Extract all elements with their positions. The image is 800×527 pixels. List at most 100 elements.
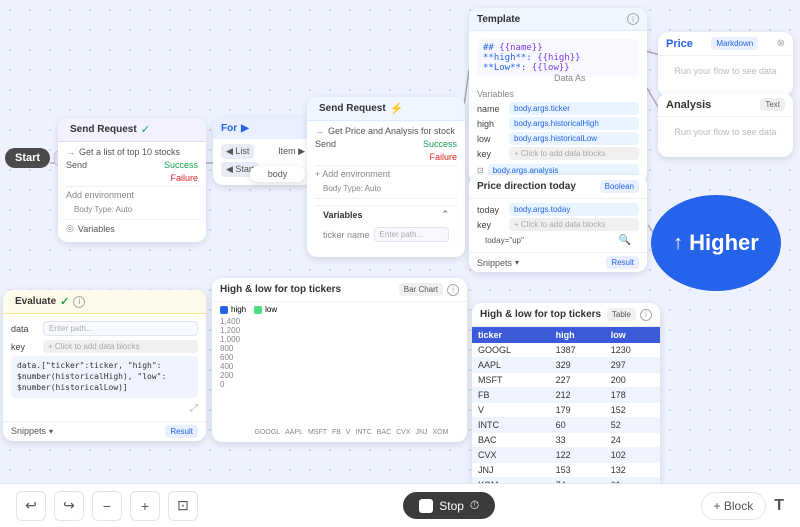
table-row: INTC6052	[472, 418, 660, 433]
send-request-1-status-icon: ✓	[141, 123, 150, 136]
today-up-value: today="up"	[485, 236, 524, 245]
zoom-in-button[interactable]: +	[130, 491, 160, 521]
vars-section-title: Variables	[477, 89, 639, 99]
today-field: today="up" 🔍	[477, 233, 639, 248]
x-label-FB: FB	[332, 429, 341, 436]
price-close-icon[interactable]: ⊗	[777, 38, 785, 49]
zoom-out-button[interactable]: −	[92, 491, 122, 521]
for-item: Item ▶	[278, 146, 305, 157]
success-1: Success	[164, 160, 198, 170]
table-cell-5-2: 52	[605, 418, 660, 433]
chart-title: High & low for top tickers	[220, 284, 341, 295]
vars-expand-2: Variables ⌃ ticker name Enter path...	[315, 202, 457, 252]
table-cell-0-1: 1387	[550, 343, 605, 358]
evaluate-header: Evaluate ✓ i	[3, 290, 206, 314]
chevron-down-icon-eval: ▾	[49, 427, 53, 436]
fit-button[interactable]: ⊡	[168, 491, 198, 521]
higher-circle: ↑ Higher	[651, 195, 781, 291]
chart-header: High & low for top tickers Bar Chart i	[212, 278, 467, 302]
x-label-CVX: CVX	[396, 429, 410, 436]
table-cell-3-0: FB	[472, 388, 550, 403]
body-connector: body	[250, 166, 305, 182]
price-direction-node: Price direction today Boolean today body…	[469, 175, 647, 272]
eval-data-label: data	[11, 324, 39, 334]
today-label: today	[477, 205, 505, 215]
today-value[interactable]: body.args.today	[509, 203, 639, 216]
toolbar-right: + Block T	[701, 492, 784, 520]
table-node: High & low for top tickers Table i ticke…	[472, 303, 660, 483]
send-request-2-subtitle: Get Price and Analysis for stock	[328, 126, 455, 136]
table-title: High & low for top tickers	[480, 309, 601, 320]
eval-info-icon[interactable]: i	[73, 296, 85, 308]
snippets-btn-pd[interactable]: Snippets ▾	[477, 258, 519, 268]
send-request-1-subtitle: Get a list of top 10 stocks	[79, 147, 180, 157]
vars-chevron-2: ⌃	[441, 209, 449, 220]
redo-button[interactable]: ↪	[54, 491, 84, 521]
data-table: tickerhighlowGOOGL13871230AAPL329297MSFT…	[472, 327, 660, 483]
send-label-2: Send	[315, 139, 336, 149]
table-row: BAC3324	[472, 433, 660, 448]
var-low-value[interactable]: body.args.historicalLow	[509, 132, 639, 145]
analysis-type: Text	[760, 98, 785, 111]
eval-title-text: Evaluate	[15, 296, 56, 307]
chart-x-labels: GOOGLAAPLMSFTFBVINTCBACCVXJNJXOM	[244, 427, 459, 438]
analysis-body: Run your flow to see data	[658, 117, 793, 157]
template-info-icon[interactable]: i	[627, 13, 639, 25]
template-node: Template i ## {{name}} **high**: {{high}…	[469, 8, 647, 183]
table-info-icon[interactable]: i	[640, 309, 652, 321]
body-type-2: Body Type: Auto	[315, 182, 457, 195]
text-button[interactable]: T	[774, 497, 784, 515]
stop-button[interactable]: Stop ⏱	[403, 492, 495, 519]
table-row: AAPL329297	[472, 358, 660, 373]
add-env-1[interactable]: Add environment	[66, 190, 134, 200]
x-label-V: V	[346, 429, 351, 436]
x-label-XOM: XOM	[432, 429, 448, 436]
add-env-2[interactable]: + Add environment	[315, 169, 390, 179]
table-cell-5-1: 60	[550, 418, 605, 433]
for-arrow: ▶	[241, 123, 249, 134]
eval-data-input[interactable]: Enter path...	[43, 321, 198, 336]
expand-icon: ⤢	[190, 403, 198, 414]
add-block-button[interactable]: + Block	[701, 492, 767, 520]
snippets-btn-eval[interactable]: Snippets ▾	[11, 426, 53, 436]
send-request-1-header: Send Request ✓	[58, 118, 206, 142]
var-high-value[interactable]: body.args.historicalHigh	[509, 117, 639, 130]
x-label-GOOGL: GOOGL	[255, 429, 281, 436]
table-cell-5-0: INTC	[472, 418, 550, 433]
snippets-label-pd: Snippets	[477, 258, 512, 268]
var-high-label: high	[477, 119, 505, 129]
eval-status-icon: ✓	[60, 295, 69, 308]
var-name-label: name	[477, 104, 505, 114]
undo-button[interactable]: ↩	[16, 491, 46, 521]
canvas[interactable]: Start Aa Send Request ✓ → Get a list of …	[0, 0, 800, 483]
send-label-1: Send	[66, 160, 87, 170]
result-tag-pd[interactable]: Result	[606, 256, 639, 269]
table-cell-2-0: MSFT	[472, 373, 550, 388]
table-cell-2-1: 227	[550, 373, 605, 388]
ticker-input[interactable]: Enter path...	[374, 227, 449, 242]
eval-key-add[interactable]: + Click to add data blocks	[43, 340, 198, 353]
table-cell-1-2: 297	[605, 358, 660, 373]
table-cell-4-0: V	[472, 403, 550, 418]
text-label: T	[774, 497, 784, 514]
ticker-name-label: ticker name	[323, 230, 370, 240]
table-cell-7-0: CVX	[472, 448, 550, 463]
x-label-JNJ: JNJ	[415, 429, 427, 436]
result-tag-eval[interactable]: Result	[165, 425, 198, 438]
start-label[interactable]: Start	[5, 148, 50, 168]
bar-chart-node: High & low for top tickers Bar Chart i h…	[212, 278, 467, 442]
table-cell-8-1: 153	[550, 463, 605, 478]
toolbar-center: Stop ⏱	[403, 492, 495, 519]
body-type-1: Body Type: Auto	[66, 203, 198, 216]
vars-label-2: Variables	[323, 210, 363, 220]
legend-low-dot	[254, 306, 262, 314]
x-label-BAC: BAC	[377, 429, 391, 436]
key-add-pd[interactable]: + Click to add data blocks	[509, 218, 639, 231]
table-cell-1-1: 329	[550, 358, 605, 373]
chart-info-icon[interactable]: i	[447, 284, 459, 296]
var-name-value[interactable]: body.args.ticker	[509, 102, 639, 115]
price-title: Price	[666, 38, 693, 50]
var-key-add[interactable]: + Click to add data blocks	[509, 147, 639, 160]
table-row: MSFT227200	[472, 373, 660, 388]
table-cell-3-2: 178	[605, 388, 660, 403]
